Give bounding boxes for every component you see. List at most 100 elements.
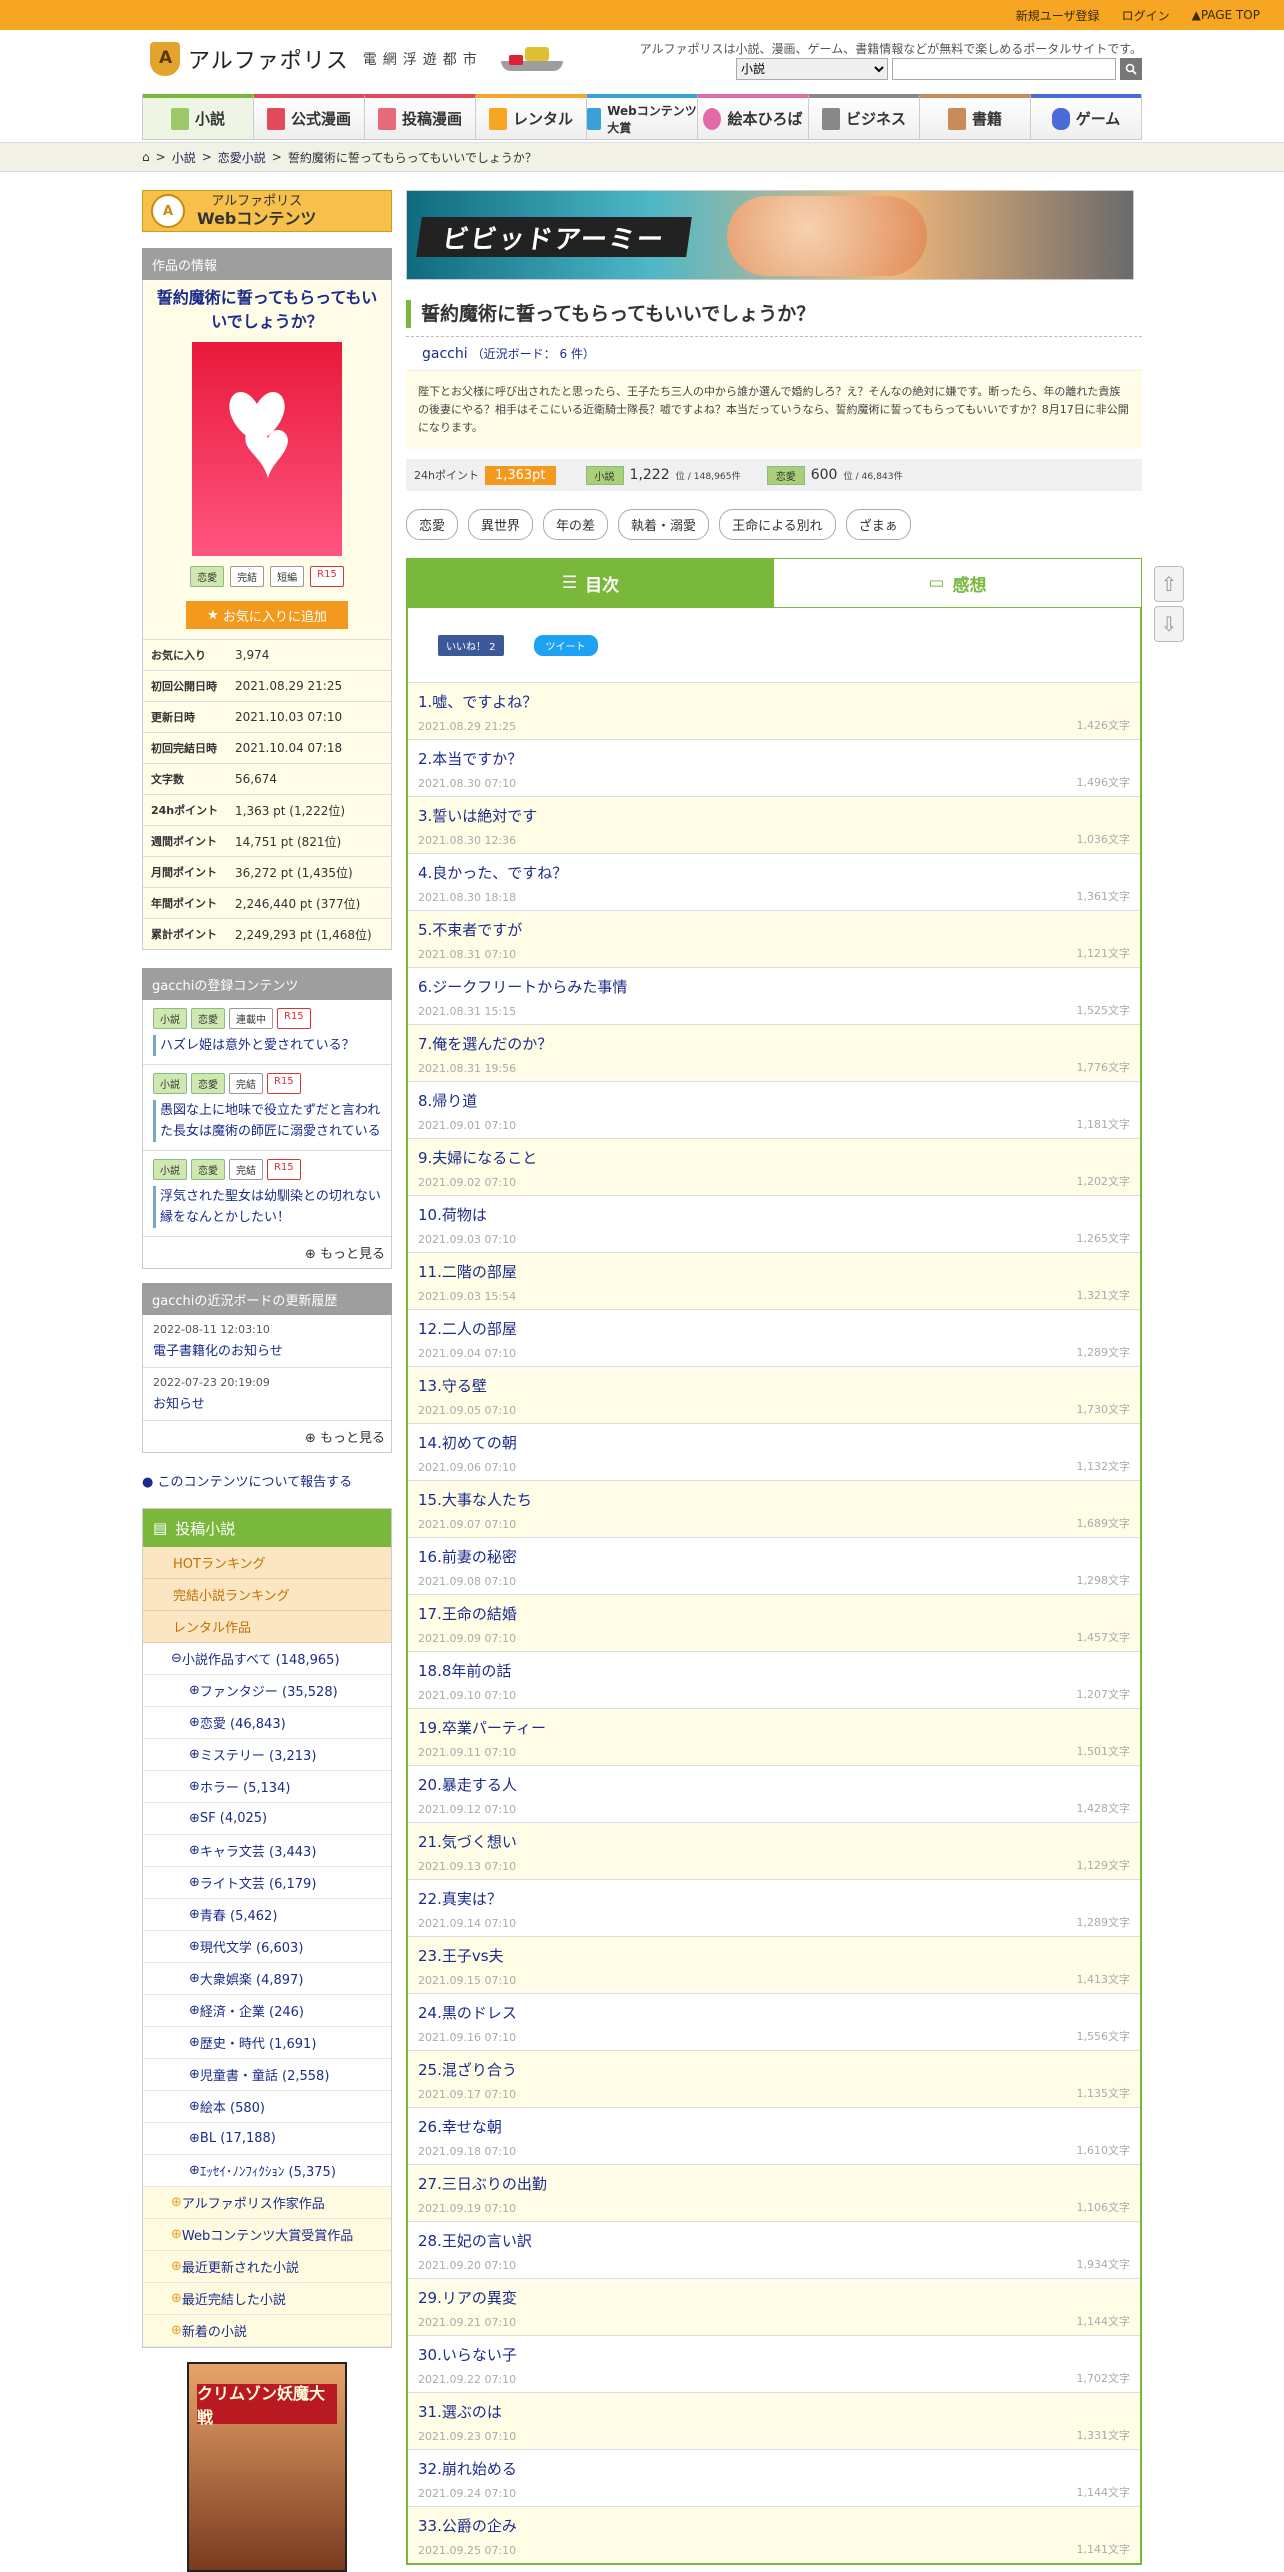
rental-works-link[interactable]: レンタル作品	[143, 1611, 391, 1643]
report-link[interactable]: ● このコンテンツについて報告する	[142, 1471, 392, 1490]
webcontents-banner[interactable]: A アルファポリス Webコンテンツ	[142, 190, 392, 232]
episode-row[interactable]: 19.卒業パーティー 2021.09.11 07:10 1,501文字	[408, 1708, 1140, 1765]
episode-row[interactable]: 17.王命の結婚 2021.09.09 07:10 1,457文字	[408, 1594, 1140, 1651]
nav-ehon[interactable]: 絵本ひろば	[698, 94, 809, 139]
category-link[interactable]: ⊕ ｴｯｾｲ･ﾉﾝﾌｨｸｼｮﾝ (5,375)	[143, 2155, 391, 2187]
site-logo[interactable]: アルファポリス 電網浮遊都市	[150, 42, 569, 76]
home-icon[interactable]: ⌂	[142, 150, 150, 164]
complete-ranking-link[interactable]: 完結小説ランキング	[143, 1579, 391, 1611]
episode-row[interactable]: 21.気づく想い 2021.09.13 07:10 1,129文字	[408, 1822, 1140, 1879]
arrow-down-icon[interactable]: ⇩	[1154, 606, 1184, 642]
category-link[interactable]: ⊕ 恋愛 (46,843)	[143, 1707, 391, 1739]
nav-business[interactable]: ビジネス	[809, 94, 920, 139]
work-tag[interactable]: 恋愛	[406, 509, 459, 540]
nav-webcontents[interactable]: Webコンテンツ大賞	[587, 94, 698, 139]
episode-row[interactable]: 18.8年前の話 2021.09.10 07:10 1,207文字	[408, 1651, 1140, 1708]
nav-rental[interactable]: レンタル	[476, 94, 587, 139]
episode-row[interactable]: 9.夫婦になること 2021.09.02 07:10 1,202文字	[408, 1138, 1140, 1195]
author-link[interactable]: gacchi	[422, 346, 468, 362]
board-more-link[interactable]: ⊕ もっと見る	[143, 1421, 391, 1452]
hot-ranking-link[interactable]: HOTランキング	[143, 1547, 391, 1579]
board-item[interactable]: 2022-08-11 12:03:10 電子書籍化のお知らせ	[143, 1315, 391, 1368]
category-link[interactable]: ⊕ 大衆娯楽 (4,897)	[143, 1963, 391, 1995]
registered-item[interactable]: 小説 恋愛 連載中 R15 ハズレ姫は意外と愛されている？	[143, 1000, 391, 1065]
novel-list-link[interactable]: ⊕ アルファポリス作家作品	[143, 2187, 391, 2219]
nav-game[interactable]: ゲーム	[1031, 94, 1141, 139]
episode-row[interactable]: 20.暴走する人 2021.09.12 07:10 1,428文字	[408, 1765, 1140, 1822]
search-button[interactable]	[1120, 58, 1142, 80]
episode-row[interactable]: 22.真実は？ 2021.09.14 07:10 1,289文字	[408, 1879, 1140, 1936]
all-novels-link[interactable]: ⊖ 小説作品すべて (148,965)	[143, 1643, 391, 1675]
work-title-side[interactable]: 誓約魔術に誓ってもらってもいいでしょうか？	[143, 286, 391, 334]
episode-row[interactable]: 32.崩れ始める 2021.09.24 07:10 1,144文字	[408, 2449, 1140, 2506]
breadcrumb-novel[interactable]: 小説	[172, 149, 196, 166]
work-tag[interactable]: 異世界	[468, 509, 534, 540]
pagetop-link[interactable]: ▲PAGE TOP	[1192, 8, 1260, 22]
episode-row[interactable]: 33.公爵の企み 2021.09.25 07:10 1,141文字	[408, 2506, 1140, 2563]
nav-novel[interactable]: 小説	[143, 94, 254, 139]
nav-books[interactable]: 書籍	[920, 94, 1031, 139]
registered-item[interactable]: 小説 恋愛 完結 R15 愚図な上に地味で役立たずだと言われた長女は魔術の師匠に溺愛され…	[143, 1065, 391, 1151]
episode-row[interactable]: 13.守る壁 2021.09.05 07:10 1,730文字	[408, 1366, 1140, 1423]
register-link[interactable]: 新規ユーザ登録	[1016, 7, 1100, 24]
episode-row[interactable]: 29.リアの異変 2021.09.21 07:10 1,144文字	[408, 2278, 1140, 2335]
board-item[interactable]: 2022-07-23 20:19:09 お知らせ	[143, 1368, 391, 1421]
nav-official-manga[interactable]: 公式漫画	[254, 94, 365, 139]
episode-row[interactable]: 7.俺を選んだのか？ 2021.08.31 19:56 1,776文字	[408, 1024, 1140, 1081]
registered-item[interactable]: 小説 恋愛 完結 R15 浮気された聖女は幼馴染との切れない縁をなんとかしたい！	[143, 1151, 391, 1237]
episode-row[interactable]: 4.良かった、ですね？ 2021.08.30 18:18 1,361文字	[408, 853, 1140, 910]
category-link[interactable]: ⊕ 青春 (5,462)	[143, 1899, 391, 1931]
category-link[interactable]: ⊕ キャラ文芸 (3,443)	[143, 1835, 391, 1867]
episode-row[interactable]: 14.初めての朝 2021.09.06 07:10 1,132文字	[408, 1423, 1140, 1480]
category-link[interactable]: ⊕ ライト文芸 (6,179)	[143, 1867, 391, 1899]
episode-row[interactable]: 10.荷物は 2021.09.03 07:10 1,265文字	[408, 1195, 1140, 1252]
crimson-banner[interactable]: クリムゾン妖魔大戦	[187, 2362, 347, 2572]
episode-row[interactable]: 23.王子vs夫 2021.09.15 07:10 1,413文字	[408, 1936, 1140, 1993]
breadcrumb-romance[interactable]: 恋愛小説	[218, 149, 266, 166]
novel-list-link[interactable]: ⊕ 最近完結した小説	[143, 2283, 391, 2315]
category-link[interactable]: ⊕ BL (17,188)	[143, 2123, 391, 2155]
add-favorite-button[interactable]: ★ お気に入りに追加	[186, 601, 348, 629]
episode-row[interactable]: 28.王妃の言い訳 2021.09.20 07:10 1,934文字	[408, 2221, 1140, 2278]
novel-list-link[interactable]: ⊕ 新着の小説	[143, 2315, 391, 2347]
episode-row[interactable]: 12.二人の部屋 2021.09.04 07:10 1,289文字	[408, 1309, 1140, 1366]
category-link[interactable]: ⊕ 歴史・時代 (1,691)	[143, 2027, 391, 2059]
category-link[interactable]: ⊕ ミステリー (3,213)	[143, 1739, 391, 1771]
novel-list-link[interactable]: ⊕ Webコンテンツ大賞受賞作品	[143, 2219, 391, 2251]
category-link[interactable]: ⊕ SF (4,025)	[143, 1803, 391, 1835]
episode-row[interactable]: 31.選ぶのは 2021.09.23 07:10 1,331文字	[408, 2392, 1140, 2449]
tab-review[interactable]: ▭ 感想	[774, 559, 1141, 607]
category-link[interactable]: ⊕ 経済・企業 (246)	[143, 1995, 391, 2027]
episode-row[interactable]: 11.二階の部屋 2021.09.03 15:54 1,321文字	[408, 1252, 1140, 1309]
work-tag[interactable]: 王命による別れ	[719, 509, 836, 540]
work-tag[interactable]: ざまぁ	[845, 509, 911, 540]
category-link[interactable]: ⊕ 現代文学 (6,603)	[143, 1931, 391, 1963]
episode-row[interactable]: 8.帰り道 2021.09.01 07:10 1,181文字	[408, 1081, 1140, 1138]
novel-list-link[interactable]: ⊕ 最近更新された小説	[143, 2251, 391, 2283]
episode-row[interactable]: 2.本当ですか？ 2021.08.30 07:10 1,496文字	[408, 739, 1140, 796]
facebook-like-button[interactable]: いいね！ 2	[438, 634, 504, 656]
work-tag[interactable]: 執着・溺愛	[618, 509, 710, 540]
category-link[interactable]: ⊕ 児童書・童話 (2,558)	[143, 2059, 391, 2091]
tweet-button[interactable]: ツイート	[533, 634, 598, 656]
author-board-link[interactable]: （近況ボード： 6 件）	[472, 347, 595, 361]
episode-row[interactable]: 16.前妻の秘密 2021.09.08 07:10 1,298文字	[408, 1537, 1140, 1594]
episode-row[interactable]: 27.三日ぶりの出勤 2021.09.19 07:10 1,106文字	[408, 2164, 1140, 2221]
episode-row[interactable]: 25.混ざり合う 2021.09.17 07:10 1,135文字	[408, 2050, 1140, 2107]
episode-row[interactable]: 5.不束者ですが 2021.08.31 07:10 1,121文字	[408, 910, 1140, 967]
arrow-up-icon[interactable]: ⇧	[1154, 566, 1184, 602]
episode-row[interactable]: 15.大事な人たち 2021.09.07 07:10 1,689文字	[408, 1480, 1140, 1537]
ad-banner[interactable]: ビビッドアーミー	[406, 190, 1134, 280]
category-link[interactable]: ⊕ 絵本 (580)	[143, 2091, 391, 2123]
login-link[interactable]: ログイン	[1122, 7, 1170, 24]
episode-row[interactable]: 1.嘘、ですよね？ 2021.08.29 21:25 1,426文字	[408, 682, 1140, 739]
episode-row[interactable]: 6.ジークフリートからみた事情 2021.08.31 15:15 1,525文字	[408, 967, 1140, 1024]
episode-row[interactable]: 3.誓いは絶対です 2021.08.30 12:36 1,036文字	[408, 796, 1140, 853]
work-tag[interactable]: 年の差	[543, 509, 609, 540]
search-category-select[interactable]: 小説	[736, 58, 888, 80]
episode-row[interactable]: 24.黒のドレス 2021.09.16 07:10 1,556文字	[408, 1993, 1140, 2050]
reg-more-link[interactable]: ⊕ もっと見る	[143, 1237, 391, 1268]
cover-image[interactable]	[192, 342, 342, 556]
category-link[interactable]: ⊕ ホラー (5,134)	[143, 1771, 391, 1803]
episode-row[interactable]: 30.いらない子 2021.09.22 07:10 1,702文字	[408, 2335, 1140, 2392]
